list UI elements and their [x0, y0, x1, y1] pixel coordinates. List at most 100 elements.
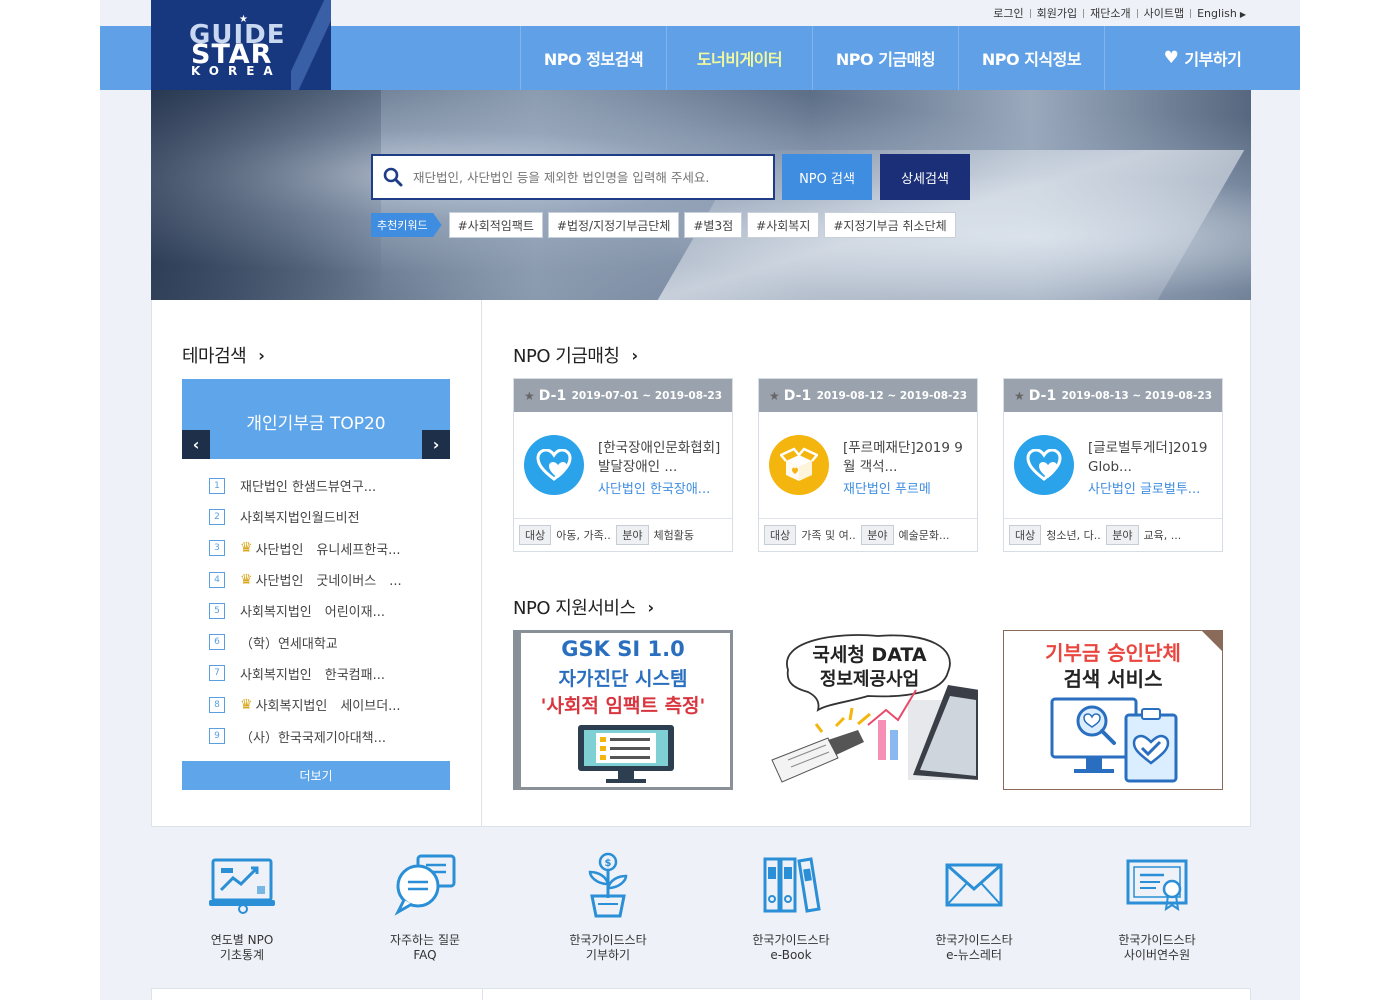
org-name: 사회복지법인월드비전: [240, 511, 360, 527]
keyword-tag[interactable]: #지정기부금 취소단체: [824, 212, 956, 238]
english-link[interactable]: English ▶: [1191, 7, 1252, 20]
binders-icon: [721, 850, 861, 920]
foundation-intro-link[interactable]: 재단소개: [1084, 5, 1136, 21]
nav-fund-matching[interactable]: NPO 기금매칭: [812, 26, 958, 90]
chevron-right-icon: ›: [647, 597, 655, 617]
nav-donate[interactable]: ♥ 기부하기: [1104, 26, 1300, 90]
star-icon: ★: [1014, 388, 1025, 403]
period: 2019-08-12 ~ 2019-08-23: [816, 389, 967, 402]
card-header: ★ D-1 2019-08-13 ~ 2019-08-23: [1004, 379, 1222, 412]
quick-link-cyber-academy[interactable]: 한국가이드스타 사이버연수원: [1087, 850, 1227, 963]
card-title: [한국장애인문화협회]발달장애인 ...: [598, 440, 721, 475]
theme-search-title[interactable]: 테마검색 ›: [182, 342, 265, 368]
card-title: [푸르메재단]2019 9월 객석...: [843, 440, 963, 475]
list-item[interactable]: 3 ♛ 사단법인 유니세프한국...: [209, 533, 459, 564]
list-item[interactable]: 6 （학）연세대학교: [209, 626, 459, 657]
gsk-si-banner[interactable]: GSK SI 1.0 자가진단 시스템 '사회적 임팩트 측정': [513, 630, 733, 790]
top20-title: 개인기부금 TOP20: [246, 414, 386, 434]
list-item[interactable]: 4 ♛ 사단법인 굿네이버스 ...: [209, 564, 459, 595]
list-item[interactable]: 9 （사）한국국제기아대책...: [209, 720, 459, 751]
keyword-label: 추천키워드: [371, 213, 442, 237]
search-icon: [373, 167, 413, 187]
money-plant-icon: $: [538, 850, 678, 920]
rank-number: 8: [209, 696, 225, 713]
list-item[interactable]: 8 ♛ 사회복지법인 세이브더...: [209, 689, 459, 720]
keyword-tag[interactable]: #사회적임팩트: [448, 212, 543, 238]
quick-link-donate[interactable]: $ 한국가이드스타 기부하기: [538, 850, 678, 963]
keyword-tag[interactable]: #법정/지정기부금단체: [547, 212, 680, 238]
logo-line-3: KOREA: [191, 64, 282, 78]
org-name: 사회복지법인 어린이재...: [240, 605, 385, 621]
banner-line-3: '사회적 임팩트 측정': [540, 695, 706, 717]
quick-link-label: 자주하는 질문 FAQ: [389, 933, 461, 962]
support-services-title[interactable]: NPO 지원서비스 ›: [513, 594, 654, 620]
list-item[interactable]: 1 재단법인 한샘드뷰연구...: [209, 470, 459, 501]
fund-matching-title[interactable]: NPO 기금매칭 ›: [513, 342, 638, 368]
field-value: 체험활동: [653, 529, 694, 542]
matching-card[interactable]: ★ D-1 2019-08-13 ~ 2019-08-23 [글로벌투게더]201…: [1003, 378, 1223, 552]
org-name: 재단법인 한샘드뷰연구...: [240, 480, 377, 496]
nav-donor-navigator[interactable]: 도너비게이터: [666, 26, 812, 90]
chevron-right-icon: ›: [258, 345, 265, 365]
banner-line-2: 검색 서비스: [1063, 667, 1163, 691]
target-tag: 대상: [519, 525, 552, 545]
nts-data-banner[interactable]: 국세청 DATA 정보제공사업: [758, 630, 978, 790]
card-title: [글로벌투게더]2019 Glob...: [1088, 440, 1208, 475]
card-org: 사단법인 한국장애...: [598, 482, 711, 497]
quick-link-label: 연도별 NPO 기초통계: [210, 933, 274, 962]
d-day: D-1: [783, 387, 812, 404]
list-item[interactable]: 2 사회복지법인월드비전: [209, 501, 459, 532]
approved-org-search-banner[interactable]: 기부금 승인단체 검색 서비스: [1003, 630, 1223, 790]
theme-search-panel: 테마검색 › 개인기부금 TOP20 ‹ › 1 재단법인 한샘드뷰연구... 2…: [152, 300, 482, 826]
nav-knowledge[interactable]: NPO 지식정보: [958, 26, 1104, 90]
support-services-label: NPO 지원서비스: [513, 598, 636, 619]
field-value: 예술문화...: [898, 529, 950, 542]
d-day: D-1: [538, 387, 567, 404]
d-day: D-1: [1028, 387, 1057, 404]
detail-search-button[interactable]: 상세검색: [880, 154, 970, 200]
banner-line-1: GSK SI 1.0: [561, 637, 685, 661]
rank-number: 5: [209, 602, 225, 619]
target-value: 가족 및 여...: [801, 529, 858, 542]
rank-number: 6: [209, 634, 225, 651]
heart-icon: ♥: [1163, 48, 1179, 68]
login-link[interactable]: 로그인: [987, 5, 1029, 21]
more-button[interactable]: 더보기: [182, 761, 450, 790]
next-arrow-button[interactable]: ›: [422, 430, 450, 459]
org-name: 사회복지법인 한국컴패...: [240, 667, 385, 683]
prev-arrow-button[interactable]: ‹: [182, 430, 210, 459]
list-item[interactable]: 7 사회복지법인 한국컴패...: [209, 658, 459, 689]
chevron-right-icon: ›: [631, 345, 638, 365]
crown-icon: ♛: [240, 696, 253, 713]
guidestar-korea-logo[interactable]: ★ GUIDE STAR KOREA: [151, 0, 331, 90]
card-footer: 대상 가족 및 여... 분야 예술문화...: [759, 518, 977, 551]
signup-link[interactable]: 회원가입: [1031, 5, 1083, 21]
quick-link-label: 한국가이드스타 기부하기: [569, 933, 647, 962]
quick-link-ebook[interactable]: 한국가이드스타 e-Book: [721, 850, 861, 963]
org-name: 사회복지법인 세이브더...: [255, 699, 401, 715]
org-name: 사단법인 굿네이버스 ...: [255, 574, 402, 590]
nav-npo-search[interactable]: NPO 정보검색: [520, 26, 666, 90]
quick-link-newsletter[interactable]: 한국가이드스타 e-뉴스레터: [904, 850, 1044, 963]
list-item[interactable]: 5 사회복지법인 어린이재...: [209, 595, 459, 626]
quick-link-label: 한국가이드스타 e-뉴스레터: [935, 933, 1013, 962]
gift-box-icon: [769, 435, 829, 495]
target-tag: 대상: [1009, 525, 1042, 545]
search-input[interactable]: [413, 169, 763, 185]
banner-line-2: 정보제공사업: [819, 669, 920, 690]
quick-link-npo-stats[interactable]: 연도별 NPO 기초통계: [172, 850, 312, 963]
card-org: 사단법인 글로벌투...: [1088, 482, 1201, 497]
english-label: English: [1197, 6, 1237, 20]
quick-link-faq[interactable]: 자주하는 질문 FAQ: [355, 850, 495, 963]
npo-search-button[interactable]: NPO 검색: [782, 154, 872, 200]
rank-number: 4: [209, 571, 225, 588]
keyword-tag[interactable]: #사회복지: [747, 212, 820, 238]
sitemap-link[interactable]: 사이트맵: [1138, 5, 1190, 21]
matching-card[interactable]: ★ D-1 2019-08-12 ~ 2019-08-23 [푸르메재단]2019…: [758, 378, 978, 552]
field-tag: 분야: [1106, 525, 1139, 545]
search-monitor-clipboard-icon: [1050, 697, 1178, 783]
target-value: 아동, 가족...: [556, 529, 613, 542]
target-tag: 대상: [764, 525, 797, 545]
matching-card[interactable]: ★ D-1 2019-07-01 ~ 2019-08-23 [한국장애인문화협회]…: [513, 378, 733, 552]
keyword-tag[interactable]: #별3점: [684, 212, 743, 238]
